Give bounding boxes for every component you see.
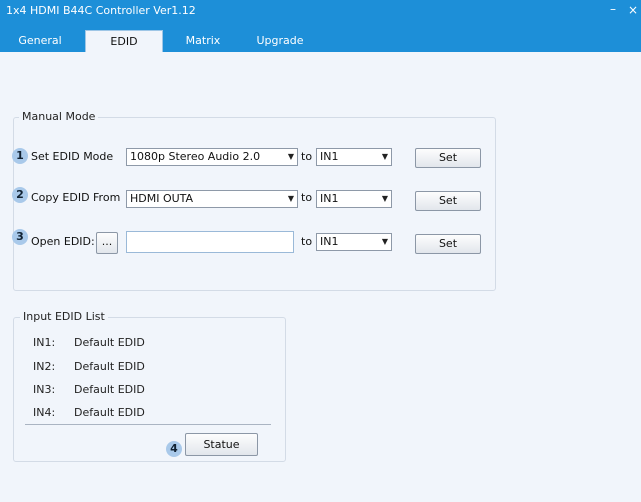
minimize-icon[interactable]: – (610, 2, 616, 16)
to-label-3: to (301, 235, 313, 248)
list-item-value: Default EDID (74, 336, 145, 349)
edid-file-input[interactable] (126, 231, 294, 253)
title-bar: 1x4 HDMI B44C Controller Ver1.12 – × (0, 0, 641, 30)
input-edid-list-legend: Input EDID List (20, 310, 108, 323)
chevron-down-icon: ▼ (381, 152, 388, 161)
step-badge-4: 4 (166, 441, 182, 457)
target-input-select-3[interactable]: IN1 ▼ (316, 233, 392, 251)
target-input-value-2: IN1 (320, 192, 339, 205)
tab-matrix[interactable]: Matrix (177, 30, 229, 52)
manual-mode-legend: Manual Mode (19, 110, 99, 123)
list-item-port: IN3: (33, 383, 56, 396)
tab-upgrade[interactable]: Upgrade (250, 30, 310, 52)
edid-mode-select[interactable]: 1080p Stereo Audio 2.0 ▼ (126, 148, 298, 166)
target-input-value-1: IN1 (320, 150, 339, 163)
copy-source-value: HDMI OUTA (130, 192, 194, 205)
target-input-value-3: IN1 (320, 235, 339, 248)
list-item-value: Default EDID (74, 383, 145, 396)
list-item-port: IN1: (33, 336, 56, 349)
copy-edid-from-label: Copy EDID From (31, 191, 121, 204)
list-item-value: Default EDID (74, 406, 145, 419)
open-edid-label: Open EDID: (31, 235, 95, 248)
step-badge-2: 2 (12, 187, 28, 203)
chevron-down-icon: ▼ (381, 194, 388, 203)
step-badge-3: 3 (12, 229, 28, 245)
to-label-1: to (301, 150, 313, 163)
browse-button[interactable]: ... (96, 232, 118, 254)
set-edid-mode-label: Set EDID Mode (31, 150, 114, 163)
tab-edid[interactable]: EDID (85, 30, 163, 52)
edid-mode-value: 1080p Stereo Audio 2.0 (130, 150, 261, 163)
close-icon[interactable]: × (628, 3, 638, 17)
target-input-select-1[interactable]: IN1 ▼ (316, 148, 392, 166)
chevron-down-icon: ▼ (287, 194, 294, 203)
list-item-value: Default EDID (74, 360, 145, 373)
tab-general[interactable]: General (10, 30, 70, 52)
list-divider (25, 424, 271, 425)
step-badge-1: 1 (12, 148, 28, 164)
chevron-down-icon: ▼ (381, 237, 388, 246)
chevron-down-icon: ▼ (287, 152, 294, 161)
status-button[interactable]: Statue (185, 433, 258, 456)
to-label-2: to (301, 191, 313, 204)
set-button-2[interactable]: Set (415, 191, 481, 211)
list-item-port: IN2: (33, 360, 56, 373)
set-button-1[interactable]: Set (415, 148, 481, 168)
set-button-3[interactable]: Set (415, 234, 481, 254)
window-title: 1x4 HDMI B44C Controller Ver1.12 (6, 4, 196, 17)
target-input-select-2[interactable]: IN1 ▼ (316, 190, 392, 208)
copy-source-select[interactable]: HDMI OUTA ▼ (126, 190, 298, 208)
list-item-port: IN4: (33, 406, 56, 419)
